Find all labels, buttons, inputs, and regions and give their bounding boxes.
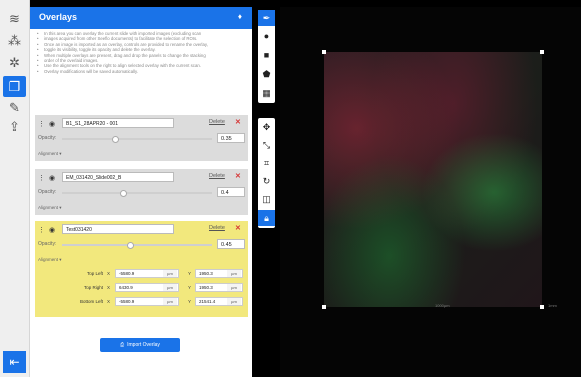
overlay-card-selected[interactable]: ⋮ ◉ Test031420 Delete ✕ Opacity: 0.45 Al…	[35, 221, 248, 317]
overlays-icon[interactable]: ❐	[3, 76, 26, 97]
coord-label: Bottom Left	[79, 299, 103, 304]
move-icon[interactable]: ✥	[258, 119, 275, 135]
visibility-eye-icon[interactable]: ◉	[49, 174, 55, 182]
coord-row-bottom-left: Bottom Left X -5580.9 µm Y 21541.4 µm	[35, 297, 248, 307]
settings-icon[interactable]: ✲	[5, 54, 24, 71]
opacity-slider[interactable]	[62, 192, 212, 194]
coord-row-top-right: Top Right X 6430.9 µm Y 1950.3 µm	[35, 283, 248, 293]
delete-link[interactable]: Delete	[209, 225, 225, 231]
y-unit-label: µm	[227, 270, 241, 277]
alignment-toolbar: ✥ ⤡ ⌗ ↻ ◫ 🔒︎	[258, 118, 275, 228]
coord-row-top-left: Top Left X -5580.9 µm Y 1950.3 µm	[35, 269, 248, 279]
scale-icon[interactable]: ⤡	[258, 137, 275, 153]
instruction-item: Overlay modifications will be saved auto…	[36, 69, 248, 74]
delete-x-icon[interactable]: ✕	[235, 118, 241, 126]
coord-label: Top Right	[83, 285, 103, 290]
x-axis-label: X	[107, 285, 111, 290]
drag-handle-icon[interactable]: ⋮	[38, 120, 45, 128]
opacity-slider[interactable]	[62, 244, 212, 246]
scale-bar-label: 1000µm	[435, 303, 450, 308]
delete-x-icon[interactable]: ✕	[235, 224, 241, 232]
flip-icon[interactable]: ◫	[258, 191, 275, 207]
x-unit-label: µm	[163, 270, 177, 277]
opacity-slider-thumb[interactable]	[112, 136, 119, 143]
x-unit-label: µm	[163, 298, 177, 305]
import-icon: ⎙	[120, 342, 125, 348]
x-axis-label: X	[107, 299, 111, 304]
square-icon[interactable]: ■	[258, 47, 275, 63]
alignment-toggle[interactable]: Alignment ▾	[38, 257, 62, 263]
instructions-list: In this area you can overlay the current…	[36, 31, 248, 74]
opacity-slider-thumb[interactable]	[120, 190, 127, 197]
scale-bar-label: 1mm	[548, 303, 557, 308]
overlay-name-input[interactable]: EM_031420_Slide002_B	[62, 172, 174, 182]
opacity-slider-thumb[interactable]	[127, 242, 134, 249]
image-viewer[interactable]: 1000µm 1mm	[280, 7, 581, 377]
panel-title: Overlays	[39, 12, 78, 22]
opacity-slider[interactable]	[62, 138, 212, 140]
polygon-icon[interactable]: ⬟	[258, 66, 275, 82]
drawing-toolbar: ✒ ● ■ ⬟ ▦	[258, 10, 275, 103]
import-overlay-label: Import Overlay	[127, 342, 160, 348]
crop-icon[interactable]: ⌗	[258, 155, 275, 171]
panel-header: Overlays ♦	[30, 7, 252, 29]
overlays-panel: Overlays ♦ In this area you can overlay …	[30, 7, 252, 377]
delete-link[interactable]: Delete	[209, 173, 225, 179]
lock-icon[interactable]: 🔒︎	[258, 210, 275, 226]
overlay-card[interactable]: ⋮ ◉ EM_031420_Slide002_B Delete ✕ Opacit…	[35, 169, 248, 215]
y-axis-label: Y	[188, 285, 192, 290]
left-nav-rail: ≋ ⁂ ✲ ❐ ✎ ⇪ ⇤	[0, 0, 30, 377]
delete-x-icon[interactable]: ✕	[235, 172, 241, 180]
collapse-icon[interactable]: ♦	[238, 12, 242, 21]
visibility-eye-icon[interactable]: ◉	[49, 226, 55, 234]
overlay-card[interactable]: ⋮ ◉ B1_S1_28APR20 - 001 Delete ✕ Opacity…	[35, 115, 248, 161]
alignment-toggle[interactable]: Alignment ▾	[38, 205, 62, 211]
point-icon[interactable]: ●	[258, 28, 275, 44]
overlay-name-input[interactable]: B1_S1_28APR20 - 001	[62, 118, 174, 128]
opacity-label: Opacity:	[38, 241, 57, 247]
overlay-image[interactable]	[324, 52, 542, 307]
y-unit-label: µm	[227, 284, 241, 291]
drag-handle-icon[interactable]: ⋮	[38, 226, 45, 234]
alignment-toggle[interactable]: Alignment ▾	[38, 151, 62, 157]
resize-handle-bottom-right[interactable]	[540, 305, 544, 309]
opacity-label: Opacity:	[38, 135, 57, 141]
opacity-label: Opacity:	[38, 189, 57, 195]
y-unit-label: µm	[227, 298, 241, 305]
y-axis-label: Y	[188, 271, 192, 276]
collapse-panel-icon[interactable]: ⇤	[3, 351, 26, 373]
annotate-icon[interactable]: ✎	[5, 99, 24, 116]
y-axis-label: Y	[188, 299, 192, 304]
drag-handle-icon[interactable]: ⋮	[38, 174, 45, 182]
x-unit-label: µm	[163, 284, 177, 291]
resize-handle-top-right[interactable]	[540, 50, 544, 54]
coord-label: Top Left	[86, 271, 103, 276]
export-icon[interactable]: ⇪	[5, 118, 24, 135]
visibility-eye-icon[interactable]: ◉	[49, 120, 55, 128]
overlay-name-input[interactable]: Test031420	[62, 224, 174, 234]
opacity-value-input[interactable]: 0.4	[217, 187, 245, 197]
pen-icon[interactable]: ✒	[258, 10, 275, 26]
import-overlay-button[interactable]: ⎙ Import Overlay	[100, 338, 180, 352]
grid-icon[interactable]: ▦	[258, 85, 275, 101]
delete-link[interactable]: Delete	[209, 119, 225, 125]
rotate-icon[interactable]: ↻	[258, 173, 275, 189]
opacity-value-input[interactable]: 0.35	[217, 133, 245, 143]
resize-handle-top-left[interactable]	[322, 50, 326, 54]
opacity-value-input[interactable]: 0.45	[217, 239, 245, 249]
x-axis-label: X	[107, 271, 111, 276]
resize-handle-bottom-left[interactable]	[322, 305, 326, 309]
channels-icon[interactable]: ⁂	[5, 32, 24, 49]
slide-icon[interactable]: ≋	[5, 10, 24, 27]
